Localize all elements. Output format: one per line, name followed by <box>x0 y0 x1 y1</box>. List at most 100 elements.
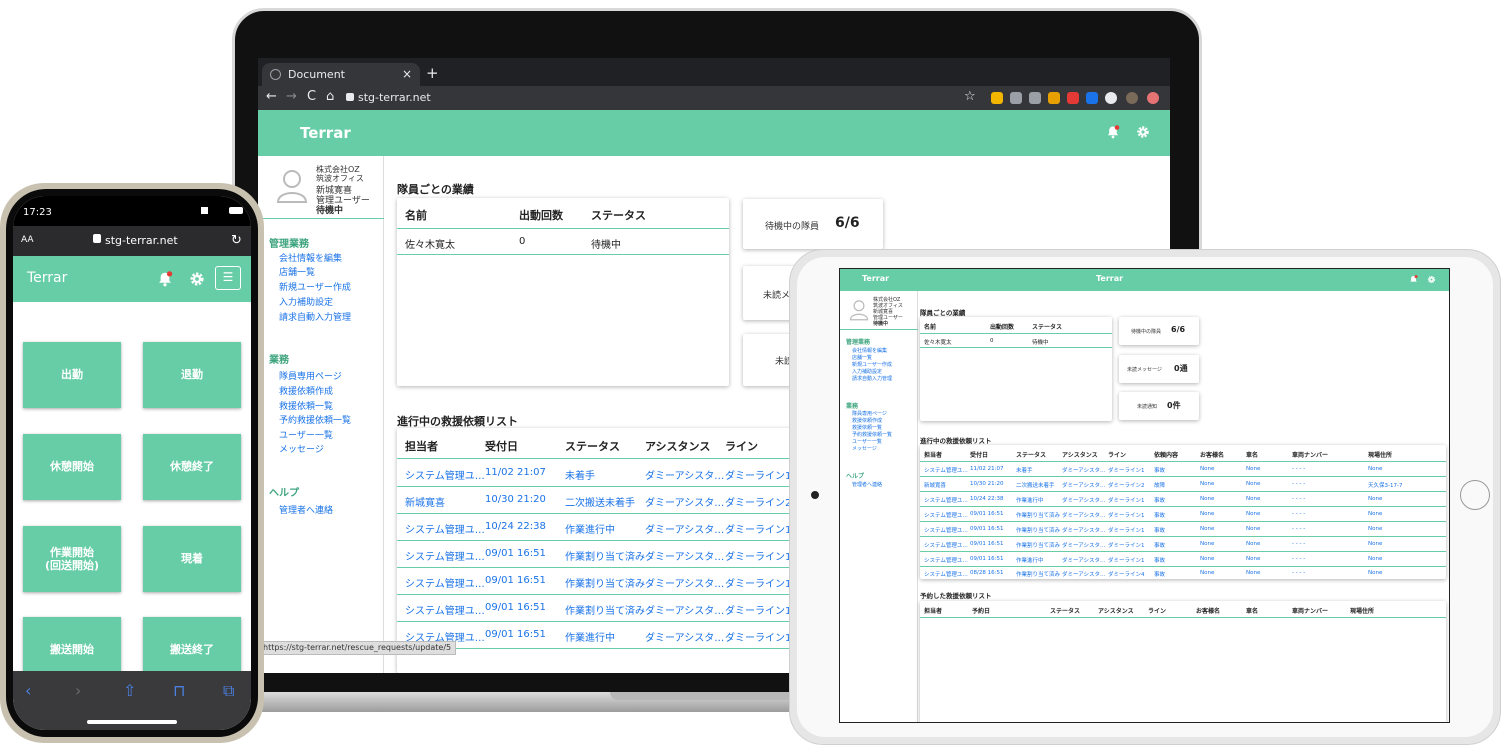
customer-cell[interactable]: None <box>1200 570 1214 576</box>
status-cell[interactable]: 作業割り当て済み <box>1016 541 1060 549</box>
date-cell[interactable]: 10/24 22:38 <box>485 521 546 532</box>
car-number-cell[interactable]: - - - - <box>1292 570 1305 576</box>
address-cell[interactable]: None <box>1368 511 1382 517</box>
status-cell[interactable]: 作業進行中 <box>1016 556 1044 564</box>
date-cell[interactable]: 09/01 16:51 <box>485 629 546 640</box>
status-cell[interactable]: 作業割り当て済み <box>565 548 645 563</box>
sidebar-link[interactable]: 新規ユーザー作成 <box>852 361 892 368</box>
star-icon[interactable]: ☆ <box>964 89 976 104</box>
assistance-cell[interactable]: ダミーアシスタ… <box>1062 556 1106 564</box>
request-type-cell[interactable]: 事故 <box>1154 570 1165 578</box>
assignee-cell[interactable]: 新城寛喜 <box>924 481 946 489</box>
assistance-cell[interactable]: ダミーアシスタ… <box>645 548 724 563</box>
bookmarks-button[interactable]: ⊓ <box>173 681 185 700</box>
sidebar-link[interactable]: 救援依頼一覧 <box>852 424 882 431</box>
extension-icon[interactable] <box>991 92 1003 104</box>
new-tab-button[interactable]: + <box>426 64 439 82</box>
phone-url[interactable]: stg-terrar.net <box>105 234 178 247</box>
assistance-cell[interactable]: ダミーアシスタ… <box>1062 481 1106 489</box>
customer-cell[interactable]: None <box>1200 526 1214 532</box>
video-extension-icon[interactable] <box>1067 92 1079 104</box>
car-name-cell[interactable]: None <box>1246 466 1260 472</box>
sidebar-link[interactable]: 隊員専用ページ <box>852 410 887 417</box>
date-cell[interactable]: 09/01 16:51 <box>970 511 1003 517</box>
request-type-cell[interactable]: 事故 <box>1154 556 1165 564</box>
clock-out-button[interactable]: 退勤 <box>143 342 241 408</box>
assignee-cell[interactable]: システム管理ユ… <box>924 466 968 474</box>
date-cell[interactable]: 09/01 16:51 <box>485 602 546 613</box>
extension-icon[interactable] <box>1048 92 1060 104</box>
bell-icon[interactable] <box>1409 275 1418 284</box>
profile-avatar-icon[interactable] <box>1126 92 1138 104</box>
sidebar-link[interactable]: ユーザー一覧 <box>852 438 882 445</box>
date-cell[interactable]: 11/02 21:07 <box>485 467 546 478</box>
sidebar-link[interactable]: 店舗一覧 <box>279 265 315 278</box>
address-cell[interactable]: None <box>1368 496 1382 502</box>
phone-address-bar[interactable]: AA stg-terrar.net ↻ <box>13 226 251 256</box>
assignee-cell[interactable]: システム管理ユ… <box>405 548 485 563</box>
assignee-cell[interactable]: システム管理ユ… <box>405 602 485 617</box>
assignee-cell[interactable]: システム管理ユ… <box>405 467 485 482</box>
line-cell[interactable]: ダミーライン1 <box>1108 526 1145 534</box>
app-title[interactable]: Terrar <box>300 124 351 142</box>
car-number-cell[interactable]: - - - - <box>1292 496 1305 502</box>
table-row[interactable]: 新城寛喜 10/30 21:20 二次搬送未着手 ダミーアシスタ… ダミーライン… <box>920 477 1446 491</box>
customer-cell[interactable]: None <box>1200 511 1214 517</box>
bell-icon[interactable] <box>157 271 173 287</box>
car-number-cell[interactable]: - - - - <box>1292 466 1305 472</box>
break-start-button[interactable]: 休憩開始 <box>23 434 121 500</box>
close-tab-icon[interactable]: × <box>402 67 412 81</box>
forward-button[interactable]: → <box>286 89 297 104</box>
address-bar[interactable]: stg-terrar.net <box>358 91 431 104</box>
date-cell[interactable]: 10/24 22:38 <box>970 496 1003 502</box>
request-type-cell[interactable]: 事故 <box>1154 541 1165 549</box>
line-cell[interactable]: ダミーライン4 <box>1108 570 1145 578</box>
table-row[interactable]: システム管理ユ… 09/01 16:51 作業割り当て済み ダミーアシスタ… ダ… <box>920 507 1446 521</box>
request-type-cell[interactable]: 故障 <box>1154 481 1165 489</box>
customer-cell[interactable]: None <box>1200 541 1214 547</box>
arrival-button[interactable]: 現着 <box>143 526 241 592</box>
sidebar-link[interactable]: 救援依頼一覧 <box>279 399 333 412</box>
address-cell[interactable]: None <box>1368 541 1382 547</box>
line-cell[interactable]: ダミーライン2 <box>725 494 791 509</box>
assignee-cell[interactable]: システム管理ユ… <box>924 511 968 519</box>
tablet-home-button[interactable] <box>1460 480 1490 510</box>
car-name-cell[interactable]: None <box>1246 511 1260 517</box>
line-cell[interactable]: ダミーライン1 <box>725 467 791 482</box>
status-cell[interactable]: 二次搬送未着手 <box>565 494 635 509</box>
sidebar-link[interactable]: 会社情報を編集 <box>852 347 887 354</box>
gear-icon[interactable] <box>189 271 205 287</box>
date-cell[interactable]: 10/30 21:20 <box>970 481 1003 487</box>
status-cell[interactable]: 作業進行中 <box>565 521 615 536</box>
extension-icon[interactable] <box>1086 92 1098 104</box>
sidebar-link[interactable]: 予約救援依頼一覧 <box>279 413 351 426</box>
car-name-cell[interactable]: None <box>1246 526 1260 532</box>
date-cell[interactable]: 08/28 16:51 <box>970 570 1003 576</box>
address-cell[interactable]: 天久保3-17-7 <box>1368 481 1402 489</box>
address-cell[interactable]: None <box>1368 526 1382 532</box>
reload-icon[interactable]: ↻ <box>231 233 242 248</box>
customer-cell[interactable]: None <box>1200 496 1214 502</box>
line-cell[interactable]: ダミーライン1 <box>725 602 791 617</box>
gear-icon[interactable] <box>1136 125 1150 139</box>
status-cell[interactable]: 二次搬送未着手 <box>1016 481 1055 489</box>
table-row[interactable]: システム管理ユ… 09/01 16:51 作業割り当て済み ダミーアシスタ… ダ… <box>920 522 1446 536</box>
update-icon[interactable] <box>1147 92 1159 104</box>
forward-button[interactable]: › <box>75 681 81 700</box>
assistance-cell[interactable]: ダミーアシスタ… <box>1062 511 1106 519</box>
sidebar-link[interactable]: 予約救援依頼一覧 <box>852 431 892 438</box>
sidebar-link[interactable]: 請求自動入力管理 <box>279 310 351 323</box>
car-number-cell[interactable]: - - - - <box>1292 556 1305 562</box>
assignee-cell[interactable]: システム管理ユ… <box>924 526 968 534</box>
car-name-cell[interactable]: None <box>1246 570 1260 576</box>
sidebar-link[interactable]: 入力補助設定 <box>279 295 333 308</box>
app-title[interactable]: Terrar <box>27 270 67 286</box>
date-cell[interactable]: 09/01 16:51 <box>485 548 546 559</box>
sidebar-link[interactable]: 管理者へ連絡 <box>279 503 333 516</box>
gear-icon[interactable] <box>1427 275 1436 284</box>
date-cell[interactable]: 10/30 21:20 <box>485 494 546 505</box>
sidebar-link[interactable]: メッセージ <box>852 445 877 452</box>
line-cell[interactable]: ダミーライン1 <box>1108 511 1145 519</box>
customer-cell[interactable]: None <box>1200 481 1214 487</box>
car-number-cell[interactable]: - - - - <box>1292 481 1305 487</box>
